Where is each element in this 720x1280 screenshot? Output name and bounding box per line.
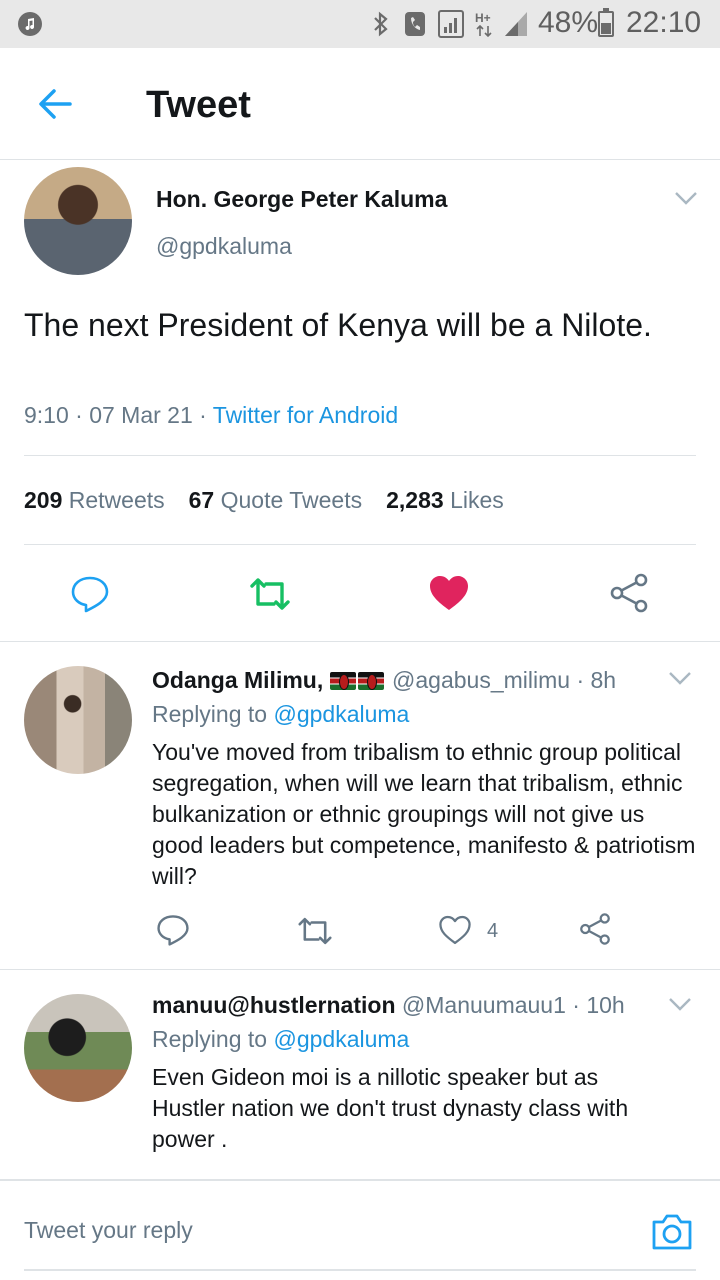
reply-icon[interactable]	[156, 913, 190, 947]
battery-percent: 48%	[538, 6, 599, 39]
author-avatar[interactable]	[24, 167, 132, 275]
signal-box-icon	[438, 10, 464, 38]
author-handle[interactable]: @gpdkaluma	[156, 233, 292, 260]
reply-avatar[interactable]	[24, 666, 132, 774]
divider	[24, 544, 696, 545]
reply-text: Even Gideon moi is a nillotic speaker bu…	[152, 1064, 629, 1152]
chevron-down-icon[interactable]	[666, 994, 694, 1014]
like-count: 4	[487, 920, 499, 942]
replying-to: Replying to @gpdkaluma	[152, 1026, 409, 1053]
reply-avatar[interactable]	[24, 994, 132, 1102]
retweets-label: Retweets	[68, 487, 165, 513]
tweet-source-link[interactable]: Twitter for Android	[213, 402, 398, 428]
reply-author-name[interactable]: manuu@hustlernation	[152, 992, 396, 1018]
author-name[interactable]: Hon. George Peter Kaluma	[156, 186, 447, 213]
retweet-icon[interactable]	[248, 574, 292, 614]
retweet-icon[interactable]	[296, 914, 334, 948]
share-icon[interactable]	[608, 572, 650, 614]
replying-to-label: Replying to	[152, 701, 274, 727]
tweet-timestamp: 9:10 · 07 Mar 21 ·	[24, 402, 213, 428]
page-title: Tweet	[146, 84, 251, 126]
replying-to-label: Replying to	[152, 1026, 274, 1052]
battery-icon	[598, 8, 614, 37]
reply-header: manuu@hustlernation @Manuumauu1 · 10h	[152, 992, 625, 1019]
tweet-meta: 9:10 · 07 Mar 21 · Twitter for Android	[24, 402, 398, 429]
quotes-label: Quote Tweets	[220, 487, 363, 513]
reply-handle-time[interactable]: @Manuumauu1 · 10h	[402, 992, 625, 1018]
arrow-left-icon	[39, 89, 72, 119]
likes-label: Likes	[450, 487, 504, 513]
reply-input[interactable]: Tweet your reply	[24, 1217, 193, 1244]
divider	[24, 455, 696, 456]
like-icon[interactable]	[428, 574, 470, 612]
kenya-flag-icon	[329, 672, 356, 690]
kenya-flag-icon	[357, 672, 384, 690]
reply-text: You've moved from tribalism to ethnic gr…	[152, 739, 696, 889]
section-divider	[0, 641, 720, 642]
bluetooth-icon	[374, 11, 388, 37]
reply-handle-time[interactable]: @agabus_milimu · 8h	[392, 667, 616, 693]
svg-text:H+: H+	[475, 11, 491, 25]
app-header: Tweet	[0, 48, 720, 160]
likes-stat[interactable]: 2,283 Likes	[386, 487, 504, 514]
quotes-count: 67	[188, 487, 215, 513]
tweet-text: The next President of Kenya will be a Ni…	[24, 307, 652, 343]
vibrate-icon	[405, 12, 425, 36]
reply-composer: Tweet your reply	[0, 1179, 720, 1280]
reply-icon[interactable]	[70, 574, 110, 614]
chevron-down-icon[interactable]	[672, 188, 700, 208]
camera-icon[interactable]	[650, 1212, 694, 1252]
section-divider	[0, 969, 720, 970]
replying-to-mention[interactable]: @gpdkaluma	[273, 701, 409, 727]
reply-header: Odanga Milimu, @agabus_milimu · 8h	[152, 667, 616, 694]
hplus-icon: H+	[475, 11, 492, 38]
reply-author-name[interactable]: Odanga Milimu,	[152, 667, 323, 693]
retweets-count: 209	[24, 487, 63, 513]
quote-tweets-stat[interactable]: 67 Quote Tweets	[189, 487, 362, 514]
clock: 22:10	[626, 6, 702, 39]
share-icon[interactable]	[578, 912, 612, 946]
music-note-icon	[18, 12, 42, 36]
back-button[interactable]	[32, 84, 80, 124]
retweets-stat[interactable]: 209 Retweets	[24, 487, 165, 514]
chevron-down-icon[interactable]	[666, 668, 694, 688]
input-underline	[24, 1269, 696, 1271]
likes-count: 2,283	[386, 487, 444, 513]
signal-icon	[505, 12, 527, 36]
replying-to-mention[interactable]: @gpdkaluma	[273, 1026, 409, 1052]
tweet-stats: 209 Retweets 67 Quote Tweets 2,283 Likes	[24, 487, 528, 514]
replying-to: Replying to @gpdkaluma	[152, 701, 409, 728]
like-icon[interactable]	[438, 914, 472, 946]
status-bar: H+ 48% 22:10	[0, 0, 720, 48]
